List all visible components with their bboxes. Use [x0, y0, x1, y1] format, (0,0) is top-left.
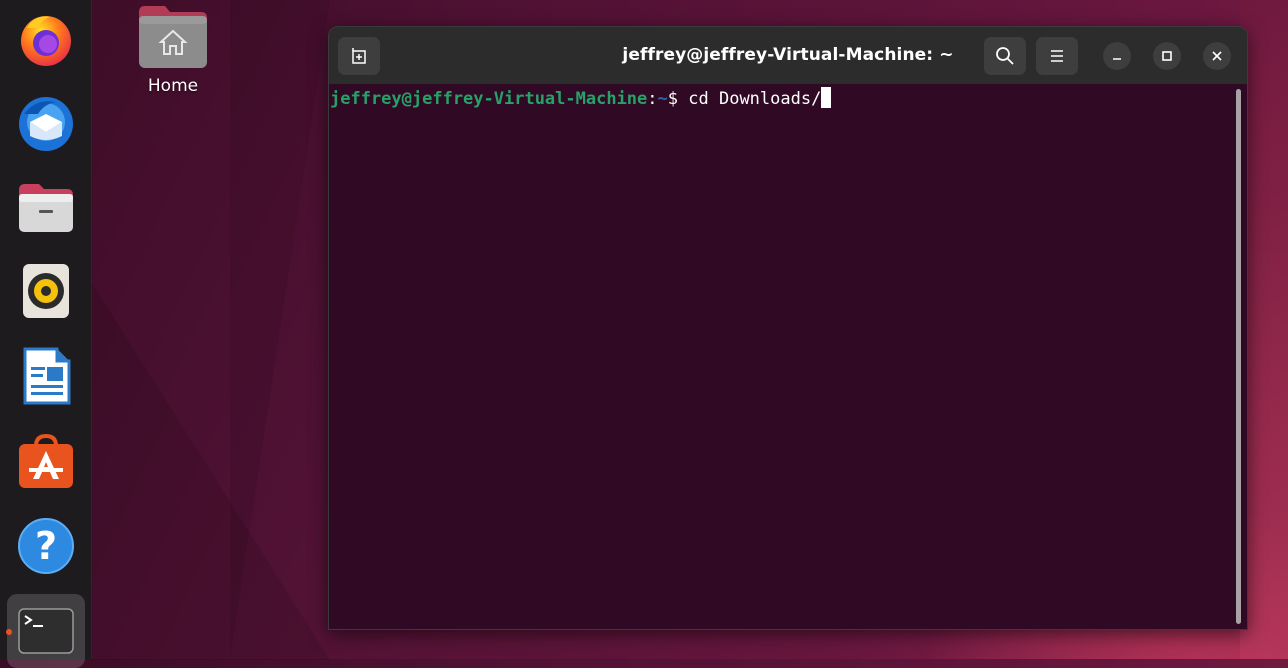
minimize-button[interactable] [1103, 42, 1131, 70]
hamburger-menu-icon [1051, 50, 1063, 62]
prompt-separator: : [647, 89, 658, 109]
search-icon [996, 47, 1014, 65]
dock-item-rhythmbox[interactable] [7, 254, 85, 328]
menu-button[interactable] [1036, 37, 1078, 75]
dock: ? [0, 0, 92, 668]
text-cursor [821, 87, 832, 108]
desktop-home-icon[interactable]: Home [128, 2, 218, 112]
minimize-icon [1113, 58, 1121, 60]
terminal-output[interactable]: jeffrey@jeffrey-Virtual-Machine:~$ cd Do… [329, 84, 1247, 629]
window-titlebar[interactable]: jeffrey@jeffrey-Virtual-Machine: ~ [329, 27, 1247, 84]
home-folder-icon [139, 6, 207, 68]
prompt-user-host: jeffrey@jeffrey-Virtual-Machine [330, 89, 648, 109]
search-button[interactable] [984, 37, 1026, 75]
dock-item-terminal[interactable] [7, 594, 85, 668]
libreoffice-writer-icon [23, 347, 71, 405]
dock-item-firefox[interactable] [7, 2, 85, 76]
svg-text:?: ? [35, 524, 57, 568]
dock-item-files[interactable] [7, 170, 85, 244]
thunderbird-icon [19, 97, 73, 151]
close-button[interactable] [1203, 42, 1231, 70]
maximize-icon [1162, 51, 1172, 61]
terminal-window: jeffrey@jeffrey-Virtual-Machine: ~ jeffr… [328, 26, 1248, 630]
close-icon [1212, 51, 1222, 61]
prompt-symbol: $ [667, 89, 689, 109]
app-center-icon [19, 433, 73, 488]
wallpaper-shape [230, 0, 330, 659]
files-icon [19, 184, 73, 232]
dock-item-help[interactable]: ? [7, 509, 85, 583]
new-tab-icon [352, 48, 366, 64]
running-indicator [6, 629, 12, 635]
wallpaper-shape [90, 280, 330, 660]
scrollbar[interactable] [1236, 89, 1241, 624]
dock-item-app-center[interactable] [7, 424, 85, 498]
dock-item-writer[interactable] [7, 339, 85, 413]
desktop-home-label: Home [147, 76, 199, 96]
firefox-icon [21, 16, 71, 66]
help-icon: ? [18, 518, 74, 574]
new-tab-button[interactable] [338, 37, 380, 75]
command-input[interactable]: cd Downloads/ [688, 89, 821, 109]
terminal-icon [18, 608, 74, 654]
dock-item-thunderbird[interactable] [7, 85, 85, 159]
rhythmbox-icon [23, 264, 69, 318]
maximize-button[interactable] [1153, 42, 1181, 70]
prompt-path: ~ [657, 89, 668, 109]
